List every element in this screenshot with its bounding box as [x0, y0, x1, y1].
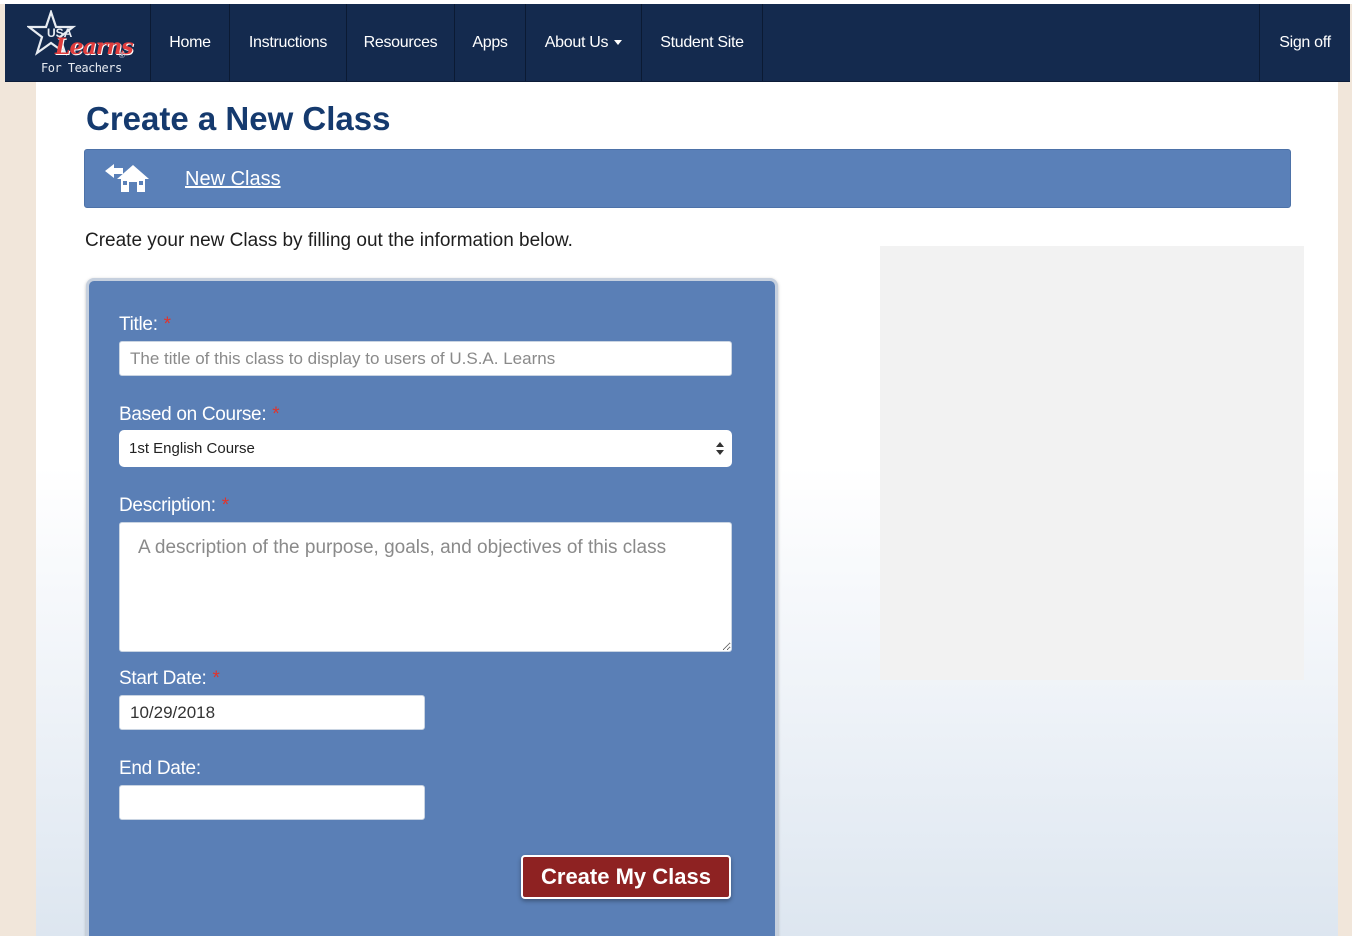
nav-about-us-label: About Us	[544, 34, 609, 51]
sign-off-label: Sign off	[1279, 34, 1331, 51]
course-label: Based on Course: *	[119, 404, 280, 426]
nav-resources[interactable]: Resources	[347, 4, 455, 81]
nav-about-us[interactable]: About Us	[526, 4, 642, 81]
logo-registered-mark: ®	[119, 51, 125, 60]
create-class-form: Title:* Based on Course:* 1st English Co…	[86, 278, 778, 936]
start-date-label: Start Date: *	[119, 668, 220, 690]
nav-instructions[interactable]: Instructions	[230, 4, 347, 81]
select-arrows-icon	[716, 440, 724, 457]
start-date-input[interactable]	[119, 695, 425, 730]
course-label-text: Based on Course:	[119, 404, 267, 425]
nav-apps[interactable]: Apps	[455, 4, 526, 81]
logo-subtitle: For Teachers	[41, 61, 122, 75]
navbar: USA Learns ® For Teachers Home Instructi…	[5, 4, 1350, 82]
description-label: Description: *	[119, 495, 229, 517]
nav-apps-label: Apps	[472, 34, 508, 51]
nav-home-label: Home	[169, 34, 211, 51]
nav-student-site-label: Student Site	[660, 34, 744, 51]
back-home-icon[interactable]	[103, 162, 155, 194]
ad-placeholder	[880, 246, 1304, 680]
nav-home[interactable]: Home	[151, 4, 230, 81]
end-date-label-text: End Date:	[119, 758, 201, 779]
end-date-label: End Date:	[119, 758, 201, 780]
course-select[interactable]: 1st English Course	[119, 430, 732, 467]
title-label: Title: *	[119, 314, 171, 336]
required-marker: *	[272, 404, 280, 425]
required-marker: *	[212, 668, 220, 689]
required-marker: *	[221, 495, 229, 516]
create-my-class-button[interactable]: Create My Class	[521, 855, 731, 899]
nav-student-site[interactable]: Student Site	[642, 4, 763, 81]
description-label-text: Description:	[119, 495, 216, 516]
required-marker: *	[163, 314, 171, 335]
course-select-value: 1st English Course	[129, 440, 255, 457]
end-date-input[interactable]	[119, 785, 425, 820]
chevron-down-icon	[614, 40, 623, 46]
intro-text: Create your new Class by filling out the…	[85, 230, 573, 251]
nav-instructions-label: Instructions	[248, 34, 328, 51]
title-label-text: Title:	[119, 314, 158, 335]
nav-resources-label: Resources	[363, 34, 438, 51]
description-textarea[interactable]	[119, 522, 732, 652]
main-content: Create a New Class New Class Create your…	[36, 82, 1338, 936]
title-input[interactable]	[119, 341, 732, 376]
sign-off-button[interactable]: Sign off	[1259, 4, 1350, 81]
usa-learns-logo[interactable]: USA Learns ® For Teachers	[5, 4, 151, 81]
breadcrumb: New Class	[84, 149, 1291, 208]
page-title: Create a New Class	[86, 100, 391, 137]
breadcrumb-new-class-link[interactable]: New Class	[185, 168, 281, 191]
start-date-label-text: Start Date:	[119, 668, 207, 689]
